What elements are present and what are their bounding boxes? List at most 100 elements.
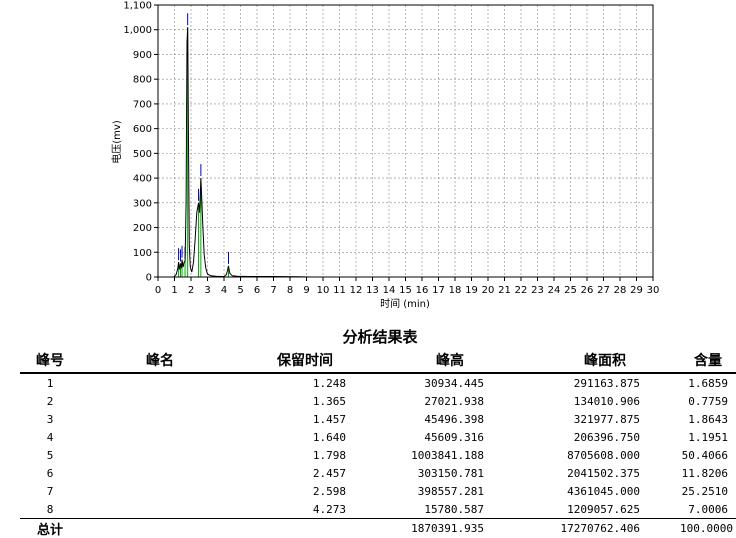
table-row: 72.598398557.2814361045.00025.2510 [20, 482, 736, 500]
table-cell: 1.248 [240, 373, 370, 392]
y-axis-label: 电压(mv) [110, 120, 123, 164]
y-tick-label: 800 [133, 75, 152, 86]
y-tick-label: 1,000 [123, 25, 152, 36]
x-tick-label: 21 [498, 285, 511, 296]
x-tick-label: 23 [531, 285, 544, 296]
table-cell: 2.457 [240, 464, 370, 482]
x-tick-label: 8 [287, 285, 293, 296]
table-cell: 11.8206 [680, 464, 736, 482]
table-cell: 2041502.375 [530, 464, 680, 482]
total-cell: 1870391.935 [370, 519, 530, 538]
x-tick-label: 15 [399, 285, 412, 296]
results-table: 峰号 峰名 保留时间 峰高 峰面积 含量 11.24830934.4452911… [20, 348, 736, 538]
x-tick-label: 3 [204, 285, 210, 296]
table-row: 21.36527021.938134010.9060.7759 [20, 392, 736, 410]
table-cell: 4 [20, 428, 80, 446]
table-cell [80, 482, 240, 500]
table-cell [80, 500, 240, 519]
x-tick-label: 28 [614, 285, 627, 296]
y-axis-ticks: 01002003004005006007008009001,0001,100 [123, 1, 158, 284]
x-tick-label: 2 [188, 285, 194, 296]
table-row: 3 1.45745496.398321977.8751.8643 [20, 410, 736, 428]
table-cell: 1.457 [240, 410, 370, 428]
table-cell: 8705608.000 [530, 446, 680, 464]
x-tick-label: 18 [449, 285, 462, 296]
x-tick-label: 11 [333, 285, 346, 296]
table-cell: 1.640 [240, 428, 370, 446]
header-content: 含量 [680, 348, 736, 373]
table-cell [80, 410, 240, 428]
table-cell [80, 446, 240, 464]
table-cell: 0.7759 [680, 392, 736, 410]
table-cell: 2 [20, 392, 80, 410]
x-tick-label: 25 [564, 285, 577, 296]
x-tick-label: 19 [465, 285, 478, 296]
table-row: 11.24830934.445291163.8751.6859 [20, 373, 736, 392]
x-tick-label: 7 [270, 285, 276, 296]
table-row: 84.27315780.5871209057.6257.0006 [20, 500, 736, 519]
table-cell: 5 [20, 446, 80, 464]
table-cell: 303150.781 [370, 464, 530, 482]
report-title: 分析结果表 [0, 326, 736, 347]
x-tick-label: 17 [432, 285, 445, 296]
total-cell: 100.0000 [680, 519, 736, 538]
table-cell: 1.1951 [680, 428, 736, 446]
header-peak-area: 峰面积 [530, 348, 680, 373]
x-tick-label: 30 [647, 285, 660, 296]
header-peak-name: 峰名 [80, 348, 240, 373]
table-cell: 15780.587 [370, 500, 530, 519]
x-tick-label: 24 [548, 285, 561, 296]
table-cell: 8 [20, 500, 80, 519]
table-header-row: 峰号 峰名 保留时间 峰高 峰面积 含量 [20, 348, 736, 373]
table-cell: 4361045.000 [530, 482, 680, 500]
x-tick-label: 16 [416, 285, 429, 296]
table-cell: 1.798 [240, 446, 370, 464]
x-tick-label: 26 [581, 285, 594, 296]
table-cell: 1.6859 [680, 373, 736, 392]
chromatogram-chart: 01002003004005006007008009001,0001,100 0… [0, 0, 736, 318]
y-tick-label: 700 [133, 99, 152, 110]
table-cell: 7 [20, 482, 80, 500]
x-tick-label: 9 [303, 285, 309, 296]
y-tick-label: 500 [133, 149, 152, 160]
x-tick-label: 1 [171, 285, 177, 296]
chromatogram-trace [174, 27, 312, 277]
table-cell: 398557.281 [370, 482, 530, 500]
x-tick-label: 4 [221, 285, 227, 296]
y-tick-label: 600 [133, 124, 152, 135]
table-cell: 4.273 [240, 500, 370, 519]
table-cell [80, 373, 240, 392]
x-axis-label: 时间 (min) [380, 297, 430, 310]
header-peak-number: 峰号 [20, 348, 80, 373]
x-tick-label: 10 [317, 285, 330, 296]
table-cell [80, 464, 240, 482]
y-tick-label: 900 [133, 50, 152, 61]
table-cell: 321977.875 [530, 410, 680, 428]
y-tick-label: 400 [133, 174, 152, 185]
table-cell: 1003841.188 [370, 446, 530, 464]
x-tick-label: 22 [515, 285, 528, 296]
x-tick-label: 29 [630, 285, 643, 296]
y-tick-label: 100 [133, 248, 152, 259]
table-cell: 1.8643 [680, 410, 736, 428]
y-tick-label: 0 [146, 273, 152, 284]
total-cell: 总计 [20, 519, 80, 538]
table-cell: 45496.398 [370, 410, 530, 428]
table-cell: 50.4066 [680, 446, 736, 464]
table-cell: 3 [20, 410, 80, 428]
table-cell: 206396.750 [530, 428, 680, 446]
total-cell [80, 519, 240, 538]
x-tick-label: 0 [155, 285, 161, 296]
table-row: 6 2.457303150.7812041502.37511.8206 [20, 464, 736, 482]
table-cell: 45609.316 [370, 428, 530, 446]
table-cell: 1 [20, 373, 80, 392]
table-cell: 291163.875 [530, 373, 680, 392]
table-cell [80, 392, 240, 410]
x-tick-label: 5 [237, 285, 243, 296]
x-axis-ticks: 0123456789101112131415161718192021222324… [155, 277, 660, 296]
x-tick-label: 12 [350, 285, 363, 296]
table-cell: 1209057.625 [530, 500, 680, 519]
table-cell: 6 [20, 464, 80, 482]
table-row: 5 1.7981003841.1888705608.00050.4066 [20, 446, 736, 464]
table-total-row: 总计1870391.93517270762.406100.0000 [20, 519, 736, 538]
